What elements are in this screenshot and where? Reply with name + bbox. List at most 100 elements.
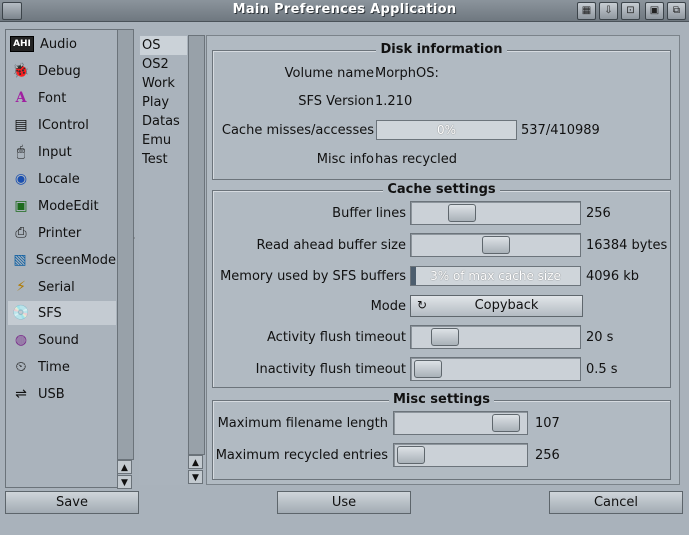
max-filename-slider-knob[interactable]	[492, 414, 520, 432]
inactivity-flush-slider[interactable]	[410, 357, 581, 381]
volume-list[interactable]: OS OS2 Work Play Datas Emu Test	[139, 35, 187, 485]
cache-misses-gauge: 0%	[376, 120, 517, 140]
sfs-version-label: SFS Version	[298, 94, 374, 109]
misc-settings-title: Misc settings	[388, 392, 495, 407]
memory-used-gauge-text: 3% of max cache size	[430, 269, 561, 283]
activity-flush-label: Activity flush timeout	[267, 330, 406, 345]
category-list[interactable]: AHI Audio 🐞 Debug A Font ▤ IControl 🖱 In…	[5, 29, 118, 488]
monitor-icon: ▣	[14, 198, 28, 214]
inactivity-flush-value: 0.5 s	[586, 362, 618, 377]
volume-item[interactable]: OS2	[140, 55, 187, 74]
read-ahead-slider[interactable]	[410, 233, 581, 257]
max-recycled-value: 256	[535, 448, 560, 463]
category-item-time[interactable]: ⏲ Time	[8, 355, 116, 379]
category-item-sound[interactable]: ◍ Sound	[8, 328, 116, 352]
font-icon: A	[15, 90, 27, 106]
volume-item[interactable]: Play	[140, 93, 187, 112]
volume-item[interactable]: Work	[140, 74, 187, 93]
category-item-font[interactable]: A Font	[8, 86, 116, 110]
sfs-settings-panel: Disk information Volume name MorphOS: SF…	[206, 35, 680, 485]
volume-scroll-down-button[interactable]: ▼	[188, 470, 203, 484]
cache-misses-label: Cache misses/accesses	[221, 123, 374, 138]
globe-icon: ◉	[14, 171, 28, 187]
printer-icon: ⎙	[15, 225, 27, 241]
memory-used-gauge-fill	[411, 267, 417, 285]
preferences-window: Main Preferences Application ▦ ⇩ ⊡ ▣ ⧉ A…	[0, 0, 689, 535]
volume-item[interactable]: Emu	[140, 131, 187, 150]
buffer-lines-slider-knob[interactable]	[448, 204, 476, 222]
category-item-audio[interactable]: AHI Audio	[8, 32, 116, 56]
memory-used-label: Memory used by SFS buffers	[220, 269, 406, 284]
volume-item[interactable]: Datas	[140, 112, 187, 131]
volume-scroll-up-button[interactable]: ▲	[188, 455, 203, 469]
balance-handle-left[interactable]: ·	[133, 29, 138, 486]
sfs-version-value: 1.210	[375, 94, 413, 109]
category-item-printer[interactable]: ⎙ Printer	[8, 221, 116, 245]
category-item-locale[interactable]: ◉ Locale	[8, 167, 116, 191]
volume-name-label: Volume name	[284, 66, 374, 81]
category-item-serial[interactable]: ⚡ Serial	[8, 275, 116, 299]
cache-settings-group: Cache settings Buffer lines 256 Read ahe…	[212, 182, 671, 388]
volume-item[interactable]: Test	[140, 150, 187, 169]
inactivity-flush-slider-knob[interactable]	[414, 360, 442, 378]
category-item-debug[interactable]: 🐞 Debug	[8, 59, 116, 83]
inactivity-flush-label: Inactivity flush timeout	[255, 362, 406, 377]
misc-info-label: Misc info	[316, 152, 374, 167]
jump-icon[interactable]: ⇩	[599, 2, 618, 20]
snapshot-icon[interactable]: ⊡	[621, 2, 640, 20]
max-recycled-slider[interactable]	[393, 443, 528, 467]
category-item-input[interactable]: 🖱 Input	[8, 140, 116, 164]
cancel-button[interactable]: Cancel	[549, 491, 683, 514]
zoom-icon[interactable]: ▣	[645, 2, 664, 20]
buffer-lines-label: Buffer lines	[332, 206, 406, 221]
volume-scrollbar[interactable]	[188, 35, 205, 455]
memory-used-value: 4096 kb	[586, 269, 639, 284]
read-ahead-label: Read ahead buffer size	[256, 238, 406, 253]
title-bar[interactable]: Main Preferences Application ▦ ⇩ ⊡ ▣ ⧉	[0, 0, 689, 22]
category-item-usb[interactable]: ⇌ USB	[8, 382, 116, 406]
disk-information-title: Disk information	[376, 42, 507, 57]
buffer-lines-value: 256	[586, 206, 611, 221]
misc-info-value: has recycled	[375, 152, 458, 167]
category-scroll-down-button[interactable]: ▼	[117, 475, 132, 489]
serial-icon: ⚡	[16, 279, 26, 295]
max-filename-value: 107	[535, 416, 560, 431]
disk-information-group: Disk information Volume name MorphOS: SF…	[212, 42, 671, 180]
usb-icon: ⇌	[15, 386, 27, 402]
mouse-icon: 🖱	[16, 144, 26, 160]
max-filename-label: Maximum filename length	[217, 416, 388, 431]
category-scrollbar[interactable]	[117, 29, 134, 460]
iconify-icon[interactable]: ▦	[577, 2, 596, 20]
use-button[interactable]: Use	[277, 491, 411, 514]
category-item-modeedit[interactable]: ▣ ModeEdit	[8, 194, 116, 218]
memory-used-gauge: 3% of max cache size	[410, 266, 581, 286]
category-item-icontrol[interactable]: ▤ IControl	[8, 113, 116, 137]
activity-flush-slider-knob[interactable]	[431, 328, 459, 346]
activity-flush-value: 20 s	[586, 330, 614, 345]
clock-icon: ⏲	[15, 359, 27, 375]
disk-icon: 💿	[12, 305, 30, 321]
cycle-icon: ↻	[417, 298, 428, 312]
ahi-icon: AHI	[10, 36, 34, 52]
category-scroll-up-button[interactable]: ▲	[117, 460, 132, 474]
icontrol-icon: ▤	[14, 117, 28, 133]
category-item-sfs[interactable]: 💿 SFS	[8, 301, 116, 325]
max-recycled-slider-knob[interactable]	[397, 446, 425, 464]
activity-flush-slider[interactable]	[410, 325, 581, 349]
buffer-lines-slider[interactable]	[410, 201, 581, 225]
max-recycled-label: Maximum recycled entries	[215, 448, 388, 463]
sound-icon: ◍	[14, 332, 28, 348]
max-filename-slider[interactable]	[393, 411, 528, 435]
depth-icon[interactable]: ⧉	[667, 2, 686, 20]
category-item-screenmode[interactable]: ▧ ScreenMode	[8, 248, 116, 272]
cache-settings-title: Cache settings	[383, 182, 500, 197]
volume-item[interactable]: OS	[140, 36, 187, 55]
mode-label: Mode	[370, 299, 406, 314]
mode-cycle-button[interactable]: ↻ Copyback	[410, 295, 583, 317]
save-button[interactable]: Save	[5, 491, 139, 514]
mode-value: Copyback	[474, 298, 539, 313]
volume-name-value: MorphOS:	[375, 66, 439, 81]
read-ahead-slider-knob[interactable]	[482, 236, 510, 254]
bug-icon: 🐞	[12, 63, 30, 79]
read-ahead-value: 16384 bytes	[586, 238, 668, 253]
